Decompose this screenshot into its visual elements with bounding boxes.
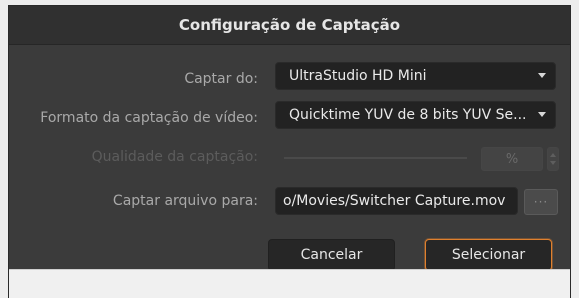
video-format-label: Formato da captação de vídeo: <box>40 110 258 126</box>
capture-from-label: Captar do: <box>184 71 258 87</box>
quality-unit: % <box>505 151 519 167</box>
select-button-label: Selecionar <box>451 247 526 263</box>
capture-from-value: UltraStudio HD Mini <box>289 68 427 84</box>
video-format-select[interactable]: Quicktime YUV de 8 bits YUV Se... <box>275 101 556 129</box>
caret-down-icon <box>529 73 555 79</box>
cancel-button[interactable]: Cancelar <box>268 239 395 271</box>
video-format-value: Quicktime YUV de 8 bits YUV Se... <box>289 107 527 123</box>
select-button[interactable]: Selecionar <box>425 239 552 271</box>
quality-stepper[interactable] <box>547 147 559 171</box>
capture-file-label: Captar arquivo para: <box>112 193 258 209</box>
quality-slider[interactable] <box>284 157 467 159</box>
capture-file-path-field[interactable]: o/Movies/Switcher Capture.mov <box>275 187 518 215</box>
capture-settings-dialog: Configuração de Captação Captar do: Ultr… <box>8 5 571 298</box>
caret-down-icon <box>529 112 555 118</box>
cancel-button-label: Cancelar <box>300 247 363 263</box>
dialog-title: Configuração de Captação <box>178 16 401 34</box>
ellipsis-icon: ··· <box>533 195 549 209</box>
bottom-strip <box>9 269 570 298</box>
quality-label: Qualidade da captação: <box>91 149 258 165</box>
quality-percent-field[interactable]: % <box>481 147 543 171</box>
capture-file-path: o/Movies/Switcher Capture.mov <box>283 193 506 209</box>
up-down-arrows-icon <box>550 153 556 165</box>
capture-from-select[interactable]: UltraStudio HD Mini <box>275 62 556 90</box>
dialog-titlebar: Configuração de Captação <box>9 6 570 45</box>
browse-button[interactable]: ··· <box>524 189 558 215</box>
